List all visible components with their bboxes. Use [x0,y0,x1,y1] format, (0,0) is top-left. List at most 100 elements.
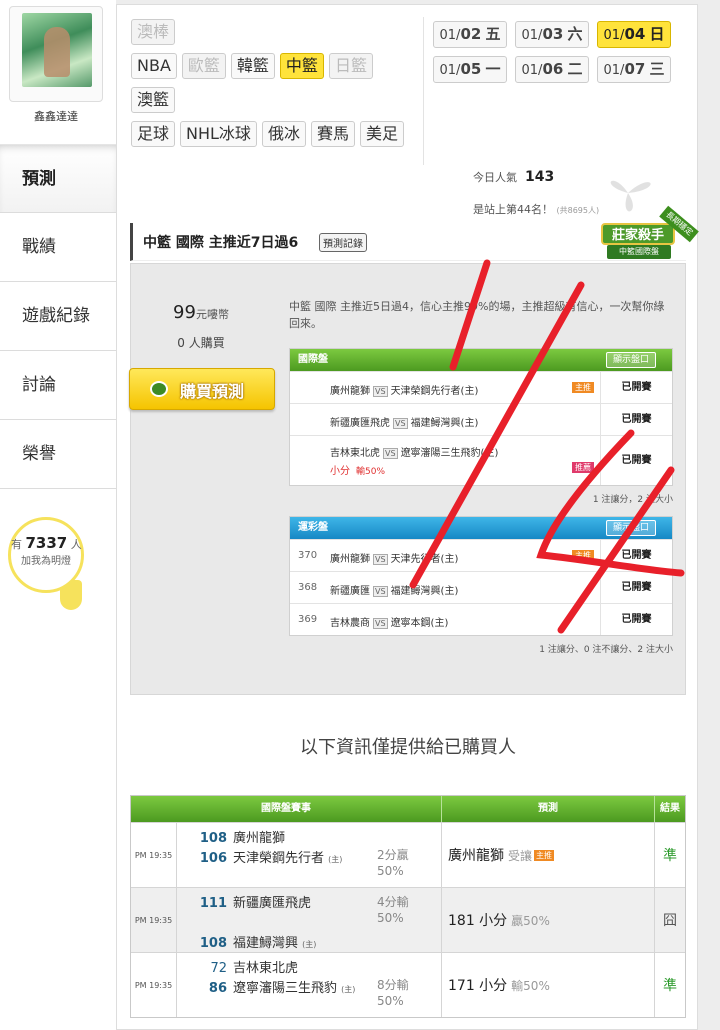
lottery-header-label: 運彩盤 [298,522,328,533]
team-2-name: 天津榮鋼先行者 [233,851,325,866]
line-value: 2分贏 [377,848,409,862]
league-tag-soccer[interactable]: 足球 [131,121,176,147]
league-tag-horse-racing[interactable]: 賽馬 [310,121,355,147]
prediction-record-button[interactable]: 預測記錄 [319,233,367,252]
date-selector: 01/02 五 01/03 六 01/04 日 01/05 一 01/06 二 … [433,21,673,83]
sidebar-item-discussion[interactable]: 討論 [0,351,116,420]
match-teams: 新疆廣匯飛虎 VS 福建鱘灣興(主) [330,414,478,429]
vs-icon: VS [393,418,408,429]
column-header-result: 結果 [660,803,680,814]
prediction-description: 中籃 國際 主推近5日過4，信心主推99%的場，主推超級有信心，一次幫你綠回來。 [289,300,665,330]
team-2: 86 遼寧瀋陽三生飛豹 (主) [177,977,356,996]
table-row: 369 吉林農商 VS 遼寧本鋼(主) 已開賽 [290,603,672,635]
match-teams: 吉林農商 VS 遼寧本鋼(主) [330,614,448,629]
match-teams: 廣州龍獅 VS 天津榮鋼先行者(主) [330,382,478,397]
line-value: 8分輸 [377,978,409,992]
match-teams: 新疆廣匯 VS 福建鱘灣興(主) [330,582,458,597]
date-day: 07 [624,60,646,78]
sidebar-menu: 預測 戰績 遊戲紀錄 討論 榮譽 [0,144,116,489]
lottery-note: 1 注讓分、0 注不讓分、2 注大小 [539,645,673,655]
league-tag-american-football[interactable]: 美足 [359,121,404,147]
date-button-0107[interactable]: 01/07 三 [597,56,671,83]
team-2-name: 遼寧瀋陽三生飛豹 [233,981,338,996]
date-weekday: 三 [649,60,665,78]
prediction-pick: 171 小分 [448,978,508,994]
sidebar-item-predict[interactable]: 預測 [0,144,116,213]
home-team: 廣州龍獅 [330,386,370,397]
lightbulb-follow-button[interactable]: 有 7337 人 加我為明燈 [8,517,84,593]
table-row: PM 19:35 111 新疆廣匯飛虎 108 福建鱘灣興 (主) 4分輸 50% 1… [131,887,685,952]
date-weekday: 一 [485,60,501,78]
rank-total: (共8695人) [556,206,600,215]
line-percent: 50% [377,911,404,925]
team-1-score: 111 [199,896,227,911]
bulb-subtitle: 加我為明燈 [21,556,71,567]
table-row: 廣州龍獅 VS 天津榮鋼先行者(主) 主推 已開賽 [290,371,672,403]
date-month: 01/ [603,63,625,78]
main-panel: 澳棒 NBA 歐籃 韓籃 中籃 日籃 澳籃 足球 NHL冰球 俄冰 賽馬 美足 [116,4,699,1030]
team-1-score: 108 [199,831,227,846]
home-team: 新疆廣匯飛虎 [330,418,390,429]
line-value: 4分輸 [377,895,409,909]
pick-type: 小分 [330,466,350,477]
vs-icon: VS [373,618,388,629]
match-status: 已開賽 [600,436,672,485]
result-cell: 準 [663,978,677,994]
pick-result: 輸50% [356,467,386,477]
buy-prediction-label: 購買預測 [180,382,245,401]
match-time: PM 19:35 [131,953,177,1017]
prediction-cell: 171 小分 輸50% [442,953,655,1017]
prediction-body: 99元嘍幣 0 人購買 購買預測 中籃 國際 主推近5日過4，信心主推99%的場… [129,263,686,695]
sidebar-item-game-history[interactable]: 遊戲紀錄 [0,282,116,351]
main-pick-badge: 主推 [534,849,555,861]
intl-show-odds-button[interactable]: 顯示盤口 [605,352,656,368]
league-tag-russia-hockey[interactable]: 俄冰 [261,121,306,147]
date-button-0106[interactable]: 01/06 二 [515,56,589,83]
team-1-name: 吉林東北虎 [233,961,299,976]
match-status: 已開賽 [600,540,672,571]
league-tag-japan-basketball[interactable]: 日籃 [328,53,373,79]
handicap-line: 8分輸 50% [377,977,409,1009]
table-row: 吉林東北虎 VS 遼寧瀋陽三生飛豹(主) 小分 輸50% 推薦 已開賽 [290,435,672,485]
prediction-title: 中籃 國際 主推近7日過6 [143,235,299,251]
prediction-cell: 181 小分 贏50% [442,888,655,952]
bulb-count-line: 有 7337 人 [11,534,82,552]
divider [423,17,424,165]
team-2-score: 108 [199,936,227,951]
home-marker: (主) [341,985,356,994]
team-2: 106 天津榮鋼先行者 (主) [177,847,343,866]
league-tag-aus-baseball[interactable]: 澳棒 [131,19,176,45]
handicap-line: 4分輸 50% [377,894,409,926]
match-teams: 吉林東北虎 VS 遼寧瀋陽三生飛豹(主) [330,444,498,459]
league-tag-nba[interactable]: NBA [131,53,177,79]
league-tag-nhl[interactable]: NHL冰球 [180,121,257,147]
avatar[interactable] [9,6,103,102]
date-month: 01/ [603,28,625,43]
line-percent: 50% [377,994,404,1008]
sidebar-item-honor[interactable]: 榮譽 [0,420,116,489]
sidebar-item-record[interactable]: 戰績 [0,213,116,282]
date-button-0105[interactable]: 01/05 一 [433,56,507,83]
game-number: 370 [298,550,318,561]
date-button-0102[interactable]: 01/02 五 [433,21,507,48]
date-button-0104[interactable]: 01/04 日 [597,21,671,48]
bulb-count: 7337 [25,534,68,552]
league-tag-euro-basketball[interactable]: 歐籃 [181,53,226,79]
lottery-show-odds-button[interactable]: 顯示盤口 [605,520,656,536]
bulb-prefix: 有 [11,538,22,551]
league-tag-china-basketball[interactable]: 中籃 [279,53,324,79]
buy-prediction-button[interactable]: 購買預測 [129,368,275,410]
date-button-0103[interactable]: 01/03 六 [515,21,589,48]
line-percent: 50% [377,864,404,878]
league-tag-korea-basketball[interactable]: 韓籃 [230,53,275,79]
column-header-match: 國際盤賽事 [131,796,442,822]
team-1-name: 新疆廣匯飛虎 [233,896,312,911]
intl-note: 1 注讓分，2 注大小 [592,495,673,505]
prediction-detail: 贏50% [511,913,550,928]
vs-icon: VS [373,554,388,565]
league-tag-aus-basketball[interactable]: 澳籃 [131,87,176,113]
user-name[interactable]: 鑫鑫達達 [0,108,112,124]
badge-title: 莊家殺手 [601,223,675,245]
date-month: 01/ [439,63,461,78]
match-time: PM 19:35 [131,823,177,887]
